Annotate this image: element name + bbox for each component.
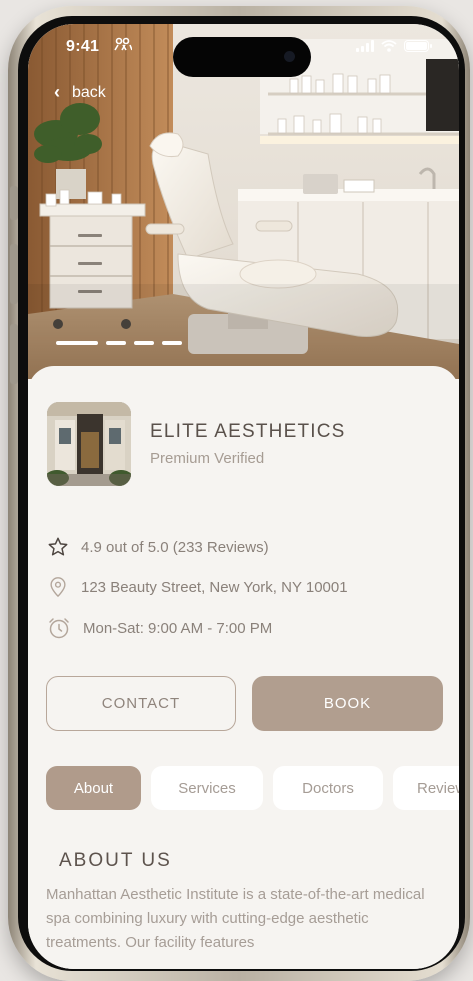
about-section-title: ABOUT US	[59, 850, 172, 871]
tab-doctors[interactable]: Doctors	[273, 766, 383, 810]
rating-text: 4.9 out of 5.0 (233 Reviews)	[81, 538, 269, 556]
carousel-indicator[interactable]	[56, 341, 182, 345]
clinic-logo-image	[47, 402, 131, 486]
dynamic-island	[173, 37, 311, 77]
carousel-dot[interactable]	[162, 341, 182, 345]
scroll-fade	[28, 946, 459, 969]
status-time: 9:41	[66, 38, 100, 55]
hero-image[interactable]: 9:41 ‹ back	[28, 24, 459, 379]
tab-about[interactable]: About	[46, 766, 141, 810]
chevron-left-icon: ‹	[54, 82, 60, 102]
section-tabs: About Services Doctors Reviews	[46, 766, 459, 810]
back-button[interactable]: ‹ back	[54, 82, 106, 103]
rating-row[interactable]: 4.9 out of 5.0 (233 Reviews)	[47, 536, 269, 558]
volume-down-button	[10, 324, 18, 384]
alarm-clock-icon	[49, 618, 69, 639]
people-icon	[114, 37, 132, 51]
camera-icon	[284, 51, 295, 62]
hours-text: Mon-Sat: 9:00 AM - 7:00 PM	[83, 619, 273, 637]
treatment-room-photo	[28, 24, 459, 379]
clinic-details-card: ELITE AESTHETICS Premium Verified 4.9 ou…	[28, 366, 459, 969]
clinic-storefront-photo	[47, 402, 131, 486]
clinic-name: ELITE AESTHETICS	[150, 421, 346, 442]
wifi-icon	[381, 40, 397, 52]
people-glyph	[114, 37, 132, 51]
tab-services[interactable]: Services	[151, 766, 263, 810]
carousel-dot-active[interactable]	[56, 341, 98, 345]
status-icons	[356, 40, 432, 52]
action-button	[10, 186, 18, 220]
hours-row: Mon-Sat: 9:00 AM - 7:00 PM	[47, 616, 272, 640]
tab-reviews[interactable]: Reviews	[393, 766, 459, 810]
book-button[interactable]: BOOK	[252, 676, 443, 731]
back-label: back	[72, 83, 106, 101]
carousel-dot[interactable]	[134, 341, 154, 345]
phone-screen: 9:41 ‹ back ELITE AESTHETICS Premium Ver…	[28, 24, 459, 969]
battery-icon	[404, 40, 432, 52]
star-icon	[48, 537, 68, 556]
address-row[interactable]: 123 Beauty Street, New York, NY 10001	[47, 576, 348, 598]
location-pin-icon	[50, 577, 66, 598]
carousel-dot[interactable]	[106, 341, 126, 345]
signal-icon	[356, 40, 374, 52]
contact-button[interactable]: CONTACT	[46, 676, 236, 731]
volume-up-button	[10, 244, 18, 304]
about-description: Manhattan Aesthetic Institute is a state…	[46, 886, 425, 951]
address-text: 123 Beauty Street, New York, NY 10001	[81, 578, 348, 596]
clinic-verification-status: Premium Verified	[150, 450, 265, 467]
